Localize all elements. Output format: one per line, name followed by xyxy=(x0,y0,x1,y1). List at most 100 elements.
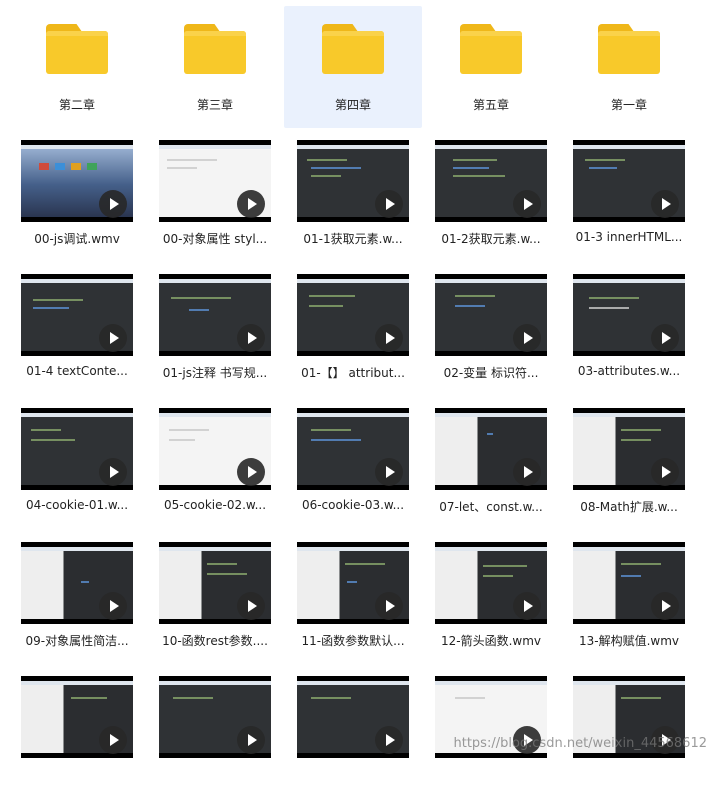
video-row: 01-4 textConte... 01-js注释 书写规... 01-【】 a… xyxy=(8,274,698,408)
video-thumbnail xyxy=(573,274,685,356)
play-icon xyxy=(375,324,403,352)
video-label: 00-js调试.wmv xyxy=(34,232,120,246)
play-icon xyxy=(375,190,403,218)
play-icon xyxy=(375,458,403,486)
video-item[interactable]: 00-js调试.wmv xyxy=(8,140,146,274)
video-item[interactable]: 08-Math扩展.w... xyxy=(560,408,698,542)
video-label: 07-let、const.w... xyxy=(439,500,543,514)
video-label: 08-Math扩展.w... xyxy=(580,500,678,514)
video-row: 09-对象属性简洁... 10-函数rest参数.... 11-函数参数默认..… xyxy=(8,542,698,676)
video-thumbnail xyxy=(159,140,271,222)
video-thumbnail xyxy=(435,140,547,222)
video-item[interactable]: 13-解构赋值.wmv xyxy=(560,542,698,676)
video-row: 04-cookie-01.w... 05-cookie-02.w... 06-c… xyxy=(8,408,698,542)
play-icon xyxy=(99,726,127,754)
video-thumbnail xyxy=(297,676,409,758)
play-icon xyxy=(237,726,265,754)
play-icon xyxy=(651,592,679,620)
video-label: 01-4 textConte... xyxy=(26,364,128,378)
video-row: 00-js调试.wmv 00-对象属性 styl... 01-1获取元素.w..… xyxy=(8,140,698,274)
folder-item-chapter-1[interactable]: 第一章 xyxy=(560,6,698,128)
play-icon xyxy=(237,190,265,218)
video-thumbnail xyxy=(21,408,133,490)
video-thumbnail xyxy=(297,274,409,356)
file-grid: 第二章 第三章 第四章 第五章 第一章 00-js调试.wmv 00-对象属性 … xyxy=(8,6,698,810)
video-item[interactable] xyxy=(146,676,284,810)
video-label: 01-【】 attribut... xyxy=(301,366,405,380)
video-thumbnail xyxy=(573,140,685,222)
folder-label: 第二章 xyxy=(58,98,95,112)
video-label: 01-js注释 书写规... xyxy=(162,366,268,380)
video-item[interactable]: 01-3 innerHTML... xyxy=(560,140,698,274)
video-thumbnail xyxy=(297,140,409,222)
video-label: 01-3 innerHTML... xyxy=(575,230,683,244)
folder-item-chapter-4[interactable]: 第四章 xyxy=(284,6,422,128)
play-icon xyxy=(99,592,127,620)
video-label: 02-变量 标识符... xyxy=(443,366,539,380)
video-item[interactable]: 01-4 textConte... xyxy=(8,274,146,408)
play-icon xyxy=(651,324,679,352)
play-icon xyxy=(651,190,679,218)
play-icon xyxy=(99,458,127,486)
play-icon xyxy=(513,458,541,486)
video-label: 01-2获取元素.w... xyxy=(441,232,541,246)
folder-label: 第三章 xyxy=(196,98,233,112)
folder-item-chapter-5[interactable]: 第五章 xyxy=(422,6,560,128)
video-thumbnail xyxy=(297,542,409,624)
play-icon xyxy=(513,190,541,218)
play-icon xyxy=(237,592,265,620)
folder-icon xyxy=(184,24,246,80)
video-label: 04-cookie-01.w... xyxy=(25,498,129,512)
video-thumbnail xyxy=(159,408,271,490)
play-icon xyxy=(513,324,541,352)
video-thumbnail xyxy=(159,676,271,758)
video-item[interactable]: 01-2获取元素.w... xyxy=(422,140,560,274)
video-thumbnail xyxy=(435,408,547,490)
video-label: 06-cookie-03.w... xyxy=(301,498,405,512)
play-icon xyxy=(513,592,541,620)
play-icon xyxy=(237,324,265,352)
video-item[interactable]: 05-cookie-02.w... xyxy=(146,408,284,542)
video-item[interactable] xyxy=(284,676,422,810)
video-thumbnail xyxy=(435,542,547,624)
video-item[interactable]: 01-js注释 书写规... xyxy=(146,274,284,408)
video-thumbnail xyxy=(297,408,409,490)
play-icon xyxy=(99,190,127,218)
video-item[interactable]: 01-1获取元素.w... xyxy=(284,140,422,274)
video-item[interactable]: 09-对象属性简洁... xyxy=(8,542,146,676)
play-icon xyxy=(375,726,403,754)
video-item[interactable]: 01-【】 attribut... xyxy=(284,274,422,408)
video-label: 09-对象属性简洁... xyxy=(25,634,129,648)
folder-icon xyxy=(46,24,108,80)
video-item[interactable] xyxy=(8,676,146,810)
video-label: 05-cookie-02.w... xyxy=(163,498,267,512)
video-label: 12-箭头函数.wmv xyxy=(440,634,542,648)
video-item[interactable]: 12-箭头函数.wmv xyxy=(422,542,560,676)
video-thumbnail xyxy=(435,274,547,356)
video-label: 10-函数rest参数.... xyxy=(162,634,268,648)
video-item[interactable]: 03-attributes.w... xyxy=(560,274,698,408)
video-item[interactable]: 10-函数rest参数.... xyxy=(146,542,284,676)
video-item[interactable]: 06-cookie-03.w... xyxy=(284,408,422,542)
play-icon xyxy=(237,458,265,486)
video-item[interactable]: 00-对象属性 styl... xyxy=(146,140,284,274)
video-item[interactable]: 02-变量 标识符... xyxy=(422,274,560,408)
folder-icon xyxy=(598,24,660,80)
folder-item-chapter-2[interactable]: 第二章 xyxy=(8,6,146,128)
watermark: https://blog.csdn.net/weixin_44568612 xyxy=(453,736,707,751)
folder-label: 第四章 xyxy=(334,98,371,112)
video-label: 03-attributes.w... xyxy=(577,364,681,378)
video-thumbnail xyxy=(21,676,133,758)
video-item[interactable]: 07-let、const.w... xyxy=(422,408,560,542)
play-icon xyxy=(375,592,403,620)
video-label: 13-解构赋值.wmv xyxy=(578,634,680,648)
folder-row: 第二章 第三章 第四章 第五章 第一章 xyxy=(8,6,698,128)
video-item[interactable]: 11-函数参数默认... xyxy=(284,542,422,676)
play-icon xyxy=(651,458,679,486)
folder-item-chapter-3[interactable]: 第三章 xyxy=(146,6,284,128)
video-item[interactable]: 04-cookie-01.w... xyxy=(8,408,146,542)
video-thumbnail xyxy=(573,408,685,490)
video-thumbnail xyxy=(573,542,685,624)
video-thumbnail xyxy=(159,542,271,624)
folder-icon xyxy=(322,24,384,80)
